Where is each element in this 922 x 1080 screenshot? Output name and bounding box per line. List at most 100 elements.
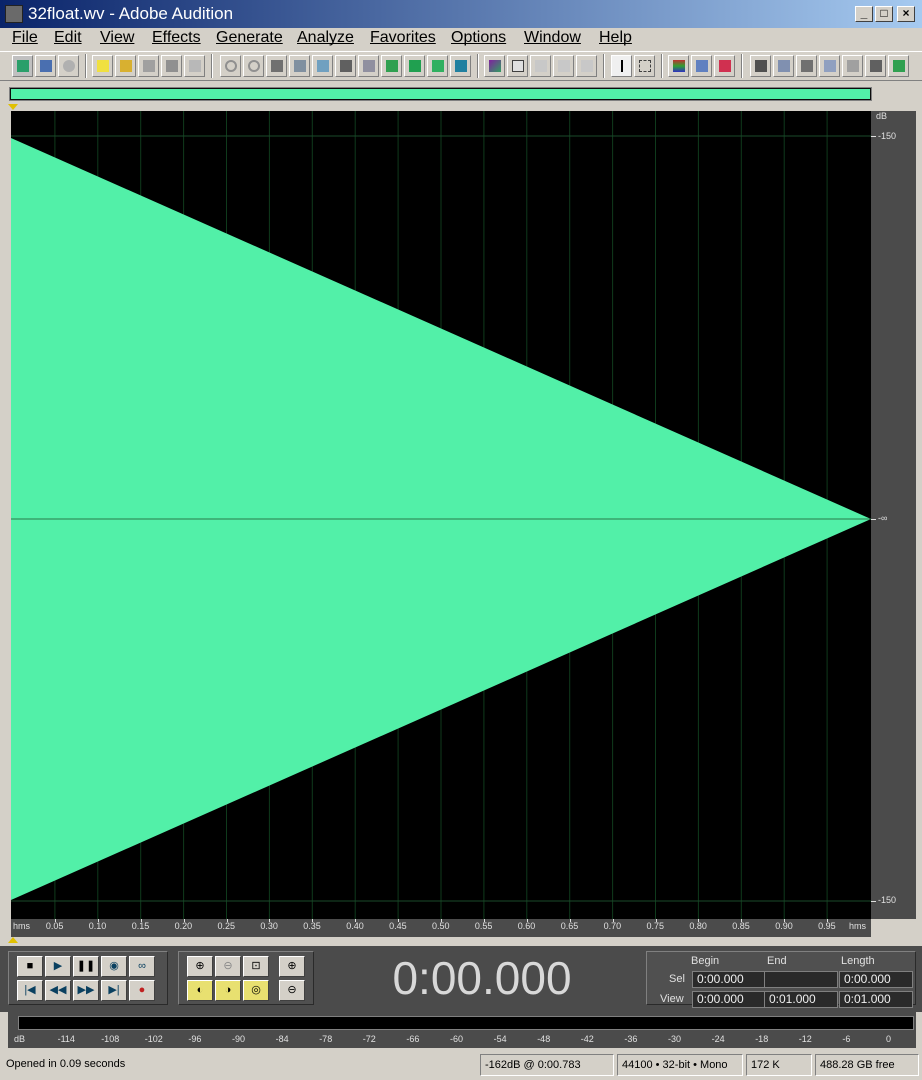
go-to-end-button[interactable]: ▶| bbox=[101, 980, 127, 1001]
reverse-icon bbox=[778, 60, 790, 72]
save-as-button[interactable] bbox=[161, 55, 182, 77]
snap-cue-button[interactable] bbox=[553, 55, 574, 77]
sel-length-field[interactable]: 0:00.000 bbox=[839, 971, 913, 988]
phase-analysis-button[interactable] bbox=[714, 55, 735, 77]
save-selection-button[interactable] bbox=[184, 55, 205, 77]
maximize-button[interactable]: □ bbox=[875, 6, 893, 22]
marker-icon bbox=[512, 60, 524, 72]
zoom-left-button[interactable]: ◐ bbox=[187, 980, 213, 1001]
record-button[interactable]: ● bbox=[129, 980, 155, 1001]
redo-button[interactable] bbox=[243, 55, 264, 77]
envelope-button[interactable] bbox=[750, 55, 771, 77]
time-tick-label: 0.05 bbox=[45, 921, 64, 931]
spectral-view-button[interactable] bbox=[484, 55, 505, 77]
time-selection-tool-button[interactable] bbox=[611, 55, 632, 77]
time-tick-mark bbox=[698, 919, 700, 922]
pause-button[interactable]: ❚❚ bbox=[73, 956, 99, 977]
multitrack-view-button[interactable] bbox=[35, 55, 56, 77]
time-tick-mark bbox=[226, 919, 228, 922]
sel-begin-field[interactable]: 0:00.000 bbox=[692, 971, 766, 988]
play-to-end-button[interactable]: ◉ bbox=[101, 956, 127, 977]
snap-zero-button[interactable] bbox=[576, 55, 597, 77]
overview-bar[interactable] bbox=[9, 87, 872, 101]
batch-button[interactable] bbox=[888, 55, 909, 77]
fast-forward-button[interactable]: ▶▶ bbox=[73, 980, 99, 1001]
menu-generate[interactable]: Generate bbox=[216, 28, 283, 48]
time-tick-mark bbox=[483, 919, 485, 922]
frequency-analysis-button[interactable] bbox=[668, 55, 689, 77]
meter-label: 0 bbox=[886, 1034, 892, 1044]
play-button[interactable]: ▶ bbox=[45, 956, 71, 977]
menu-analyze[interactable]: Analyze bbox=[297, 28, 354, 48]
silence-button[interactable] bbox=[796, 55, 817, 77]
meter-label: -84 bbox=[275, 1034, 289, 1044]
db-unit-label: dB bbox=[876, 111, 888, 121]
click-remover-button[interactable] bbox=[865, 55, 886, 77]
loop-button[interactable]: ∞ bbox=[129, 956, 155, 977]
time-tick-mark bbox=[569, 919, 571, 922]
new-file-button[interactable] bbox=[92, 55, 113, 77]
level-meter[interactable]: dB -114 -108 -102 -96 -90 -84 -78 -72 -66 -60 -54 -4… bbox=[8, 1012, 916, 1048]
menu-favorites[interactable]: Favorites bbox=[370, 28, 436, 48]
marquee-tool-button[interactable] bbox=[634, 55, 655, 77]
menu-view[interactable]: View bbox=[100, 28, 134, 48]
cd-view-button[interactable] bbox=[58, 55, 79, 77]
go-to-start-button[interactable]: |◀ bbox=[17, 980, 43, 1001]
paste-button[interactable] bbox=[358, 55, 379, 77]
zoom-out-horizontal-button[interactable]: ⊖ bbox=[215, 956, 241, 977]
zoom-full-button[interactable]: ⊡ bbox=[243, 956, 269, 977]
trim-button[interactable] bbox=[427, 55, 448, 77]
menu-options[interactable]: Options bbox=[451, 28, 506, 48]
waveform-display[interactable] bbox=[11, 111, 871, 919]
time-ruler[interactable]: hms hms 0.05 0.10 0.15 0.20 0.25 0.30 0.35 0.40… bbox=[11, 919, 871, 937]
delete-silence-button[interactable] bbox=[450, 55, 471, 77]
zoom-out-vertical-button[interactable]: ⊖ bbox=[279, 980, 305, 1001]
noise-reduction-button[interactable] bbox=[842, 55, 863, 77]
view-length-field[interactable]: 0:01.000 bbox=[839, 991, 913, 1008]
scan-button[interactable] bbox=[691, 55, 712, 77]
copy-button[interactable] bbox=[289, 55, 310, 77]
menu-window[interactable]: Window bbox=[524, 28, 581, 48]
new-file-icon bbox=[97, 60, 109, 72]
minimize-button[interactable]: _ bbox=[855, 6, 873, 22]
view-begin-field[interactable]: 0:00.000 bbox=[692, 991, 766, 1008]
envelope-icon bbox=[755, 60, 767, 72]
meter-label: -48 bbox=[537, 1034, 551, 1044]
snap-icon bbox=[535, 60, 547, 72]
reverse-button[interactable] bbox=[773, 55, 794, 77]
cut-button[interactable] bbox=[335, 55, 356, 77]
meter-label: -114 bbox=[57, 1034, 75, 1044]
meter-label: -36 bbox=[624, 1034, 638, 1044]
open-file-button[interactable] bbox=[115, 55, 136, 77]
view-end-field[interactable]: 0:01.000 bbox=[764, 991, 838, 1008]
menu-edit[interactable]: Edit bbox=[54, 28, 82, 48]
length-header: Length bbox=[841, 955, 875, 967]
zoom-in-vertical-button[interactable]: ⊕ bbox=[279, 956, 305, 977]
stop-button[interactable]: ■ bbox=[17, 956, 43, 977]
edit-view-button[interactable] bbox=[12, 55, 33, 77]
undo-button[interactable] bbox=[220, 55, 241, 77]
status-message: Opened in 0.09 seconds bbox=[6, 1058, 126, 1070]
marker-button[interactable] bbox=[507, 55, 528, 77]
close-button[interactable]: × bbox=[897, 6, 915, 22]
rewind-button[interactable]: ◀◀ bbox=[45, 980, 71, 1001]
zoom-right-button[interactable]: ◑ bbox=[215, 980, 241, 1001]
time-tick-label: 0.10 bbox=[88, 921, 107, 931]
save-button[interactable] bbox=[138, 55, 159, 77]
snap-ruler-button[interactable] bbox=[530, 55, 551, 77]
normalize-button[interactable] bbox=[819, 55, 840, 77]
repeat-button[interactable] bbox=[266, 55, 287, 77]
menu-file[interactable]: File bbox=[12, 28, 38, 48]
zoom-in-horizontal-button[interactable]: ⊕ bbox=[187, 956, 213, 977]
meter-label: -108 bbox=[101, 1034, 120, 1044]
copy-to-new-button[interactable] bbox=[312, 55, 333, 77]
start-marker-icon[interactable] bbox=[8, 104, 18, 110]
view-label: View bbox=[660, 993, 684, 1005]
cursor-marker-icon[interactable] bbox=[8, 937, 18, 943]
mix-paste-button[interactable] bbox=[404, 55, 425, 77]
menu-effects[interactable]: Effects bbox=[152, 28, 201, 48]
sel-end-field[interactable] bbox=[764, 971, 838, 988]
paste-to-new-button[interactable] bbox=[381, 55, 402, 77]
menu-help[interactable]: Help bbox=[599, 28, 632, 48]
zoom-selection-button[interactable]: ◎ bbox=[243, 980, 269, 1001]
